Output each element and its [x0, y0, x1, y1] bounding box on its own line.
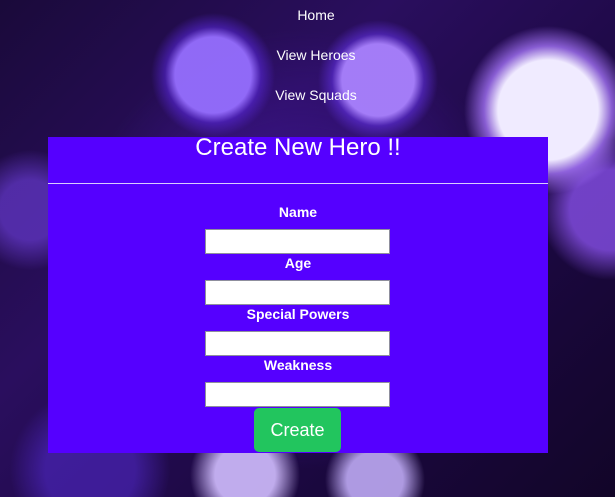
special-powers-label: Special Powers [246, 306, 350, 322]
weakness-label: Weakness [263, 357, 333, 373]
name-label: Name [278, 204, 318, 220]
nav-link-view-heroes[interactable]: View Heroes [0, 47, 615, 63]
nav-link-home[interactable]: Home [0, 7, 615, 23]
form-title: Create New Hero !! [195, 134, 401, 161]
create-hero-form: Create New Hero !! Name Age Special Powe… [48, 134, 548, 453]
age-input[interactable] [205, 280, 390, 305]
nav-link-view-squads[interactable]: View Squads [0, 87, 615, 103]
name-input[interactable] [205, 229, 390, 254]
weakness-input[interactable] [205, 382, 390, 407]
age-label: Age [284, 255, 312, 271]
title-divider [48, 183, 548, 184]
special-powers-input[interactable] [205, 331, 390, 356]
create-button[interactable]: Create [254, 408, 341, 452]
